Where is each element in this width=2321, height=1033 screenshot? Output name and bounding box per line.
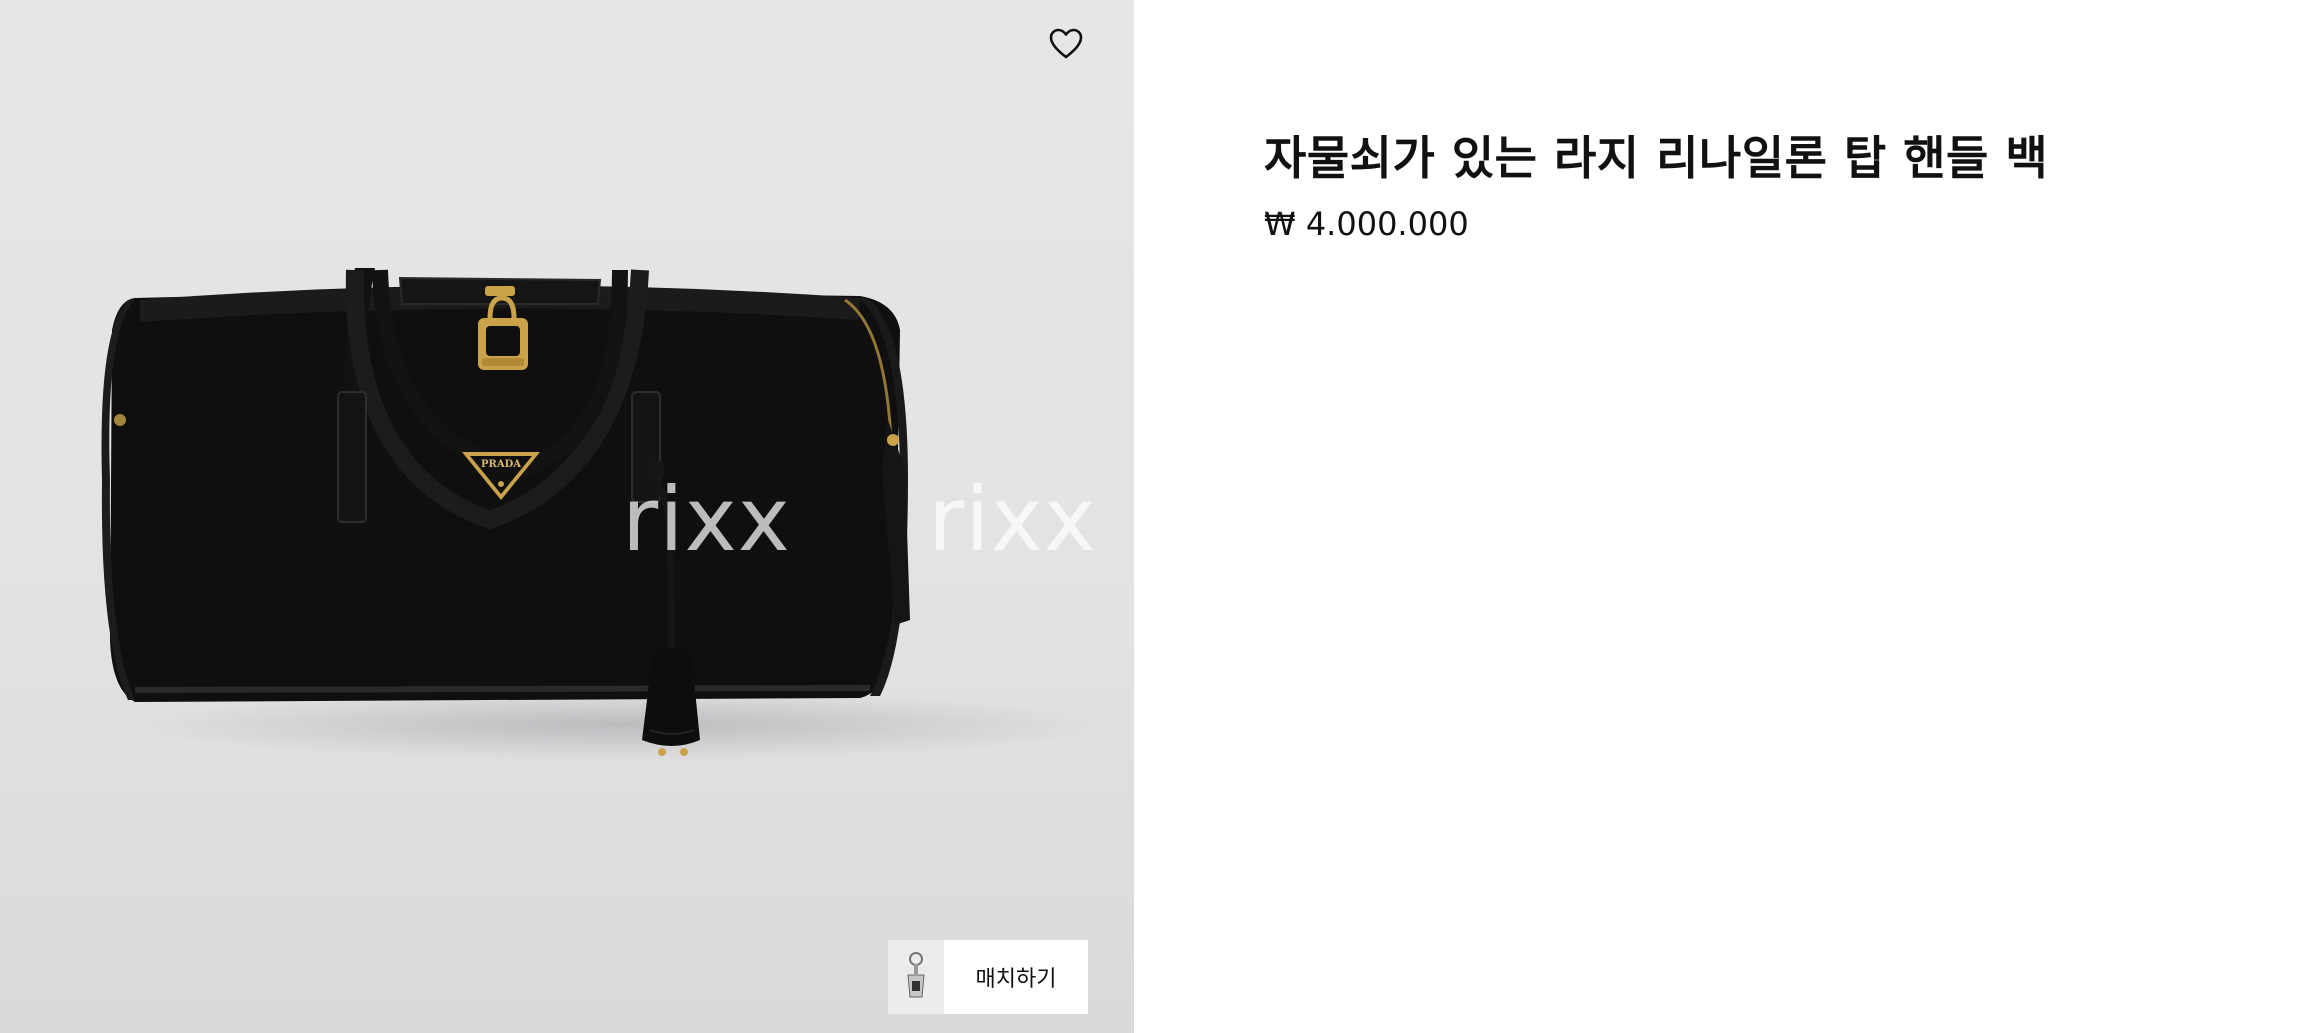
keychain-icon — [907, 952, 925, 998]
product-page: PRADA rixx rixx 매치하기 자물쇠가 있는 라지 리나일론 탑 핸… — [0, 0, 2321, 1033]
wishlist-button[interactable] — [1044, 24, 1088, 64]
bag-bottom-trim — [134, 685, 871, 693]
product-image-panel[interactable]: PRADA rixx rixx 매치하기 — [0, 0, 1134, 1033]
heart-outline-icon — [1049, 28, 1083, 59]
product-info-panel: 자물쇠가 있는 라지 리나일론 탑 핸들 백 ₩ 4.000.000 — [1134, 0, 2321, 1033]
product-title: 자물쇠가 있는 라지 리나일론 탑 핸들 백 — [1264, 131, 2049, 185]
product-price: ₩ 4.000.000 — [1264, 205, 1469, 243]
handle-tab-left — [337, 391, 367, 523]
svg-text:PRADA: PRADA — [481, 459, 521, 470]
match-label: 매치하기 — [975, 967, 1057, 992]
watermark: rixx — [928, 468, 1097, 571]
match-thumbnail — [888, 940, 944, 1014]
watermark: rixx — [622, 468, 791, 571]
match-button[interactable]: 매치하기 — [888, 940, 1088, 1014]
